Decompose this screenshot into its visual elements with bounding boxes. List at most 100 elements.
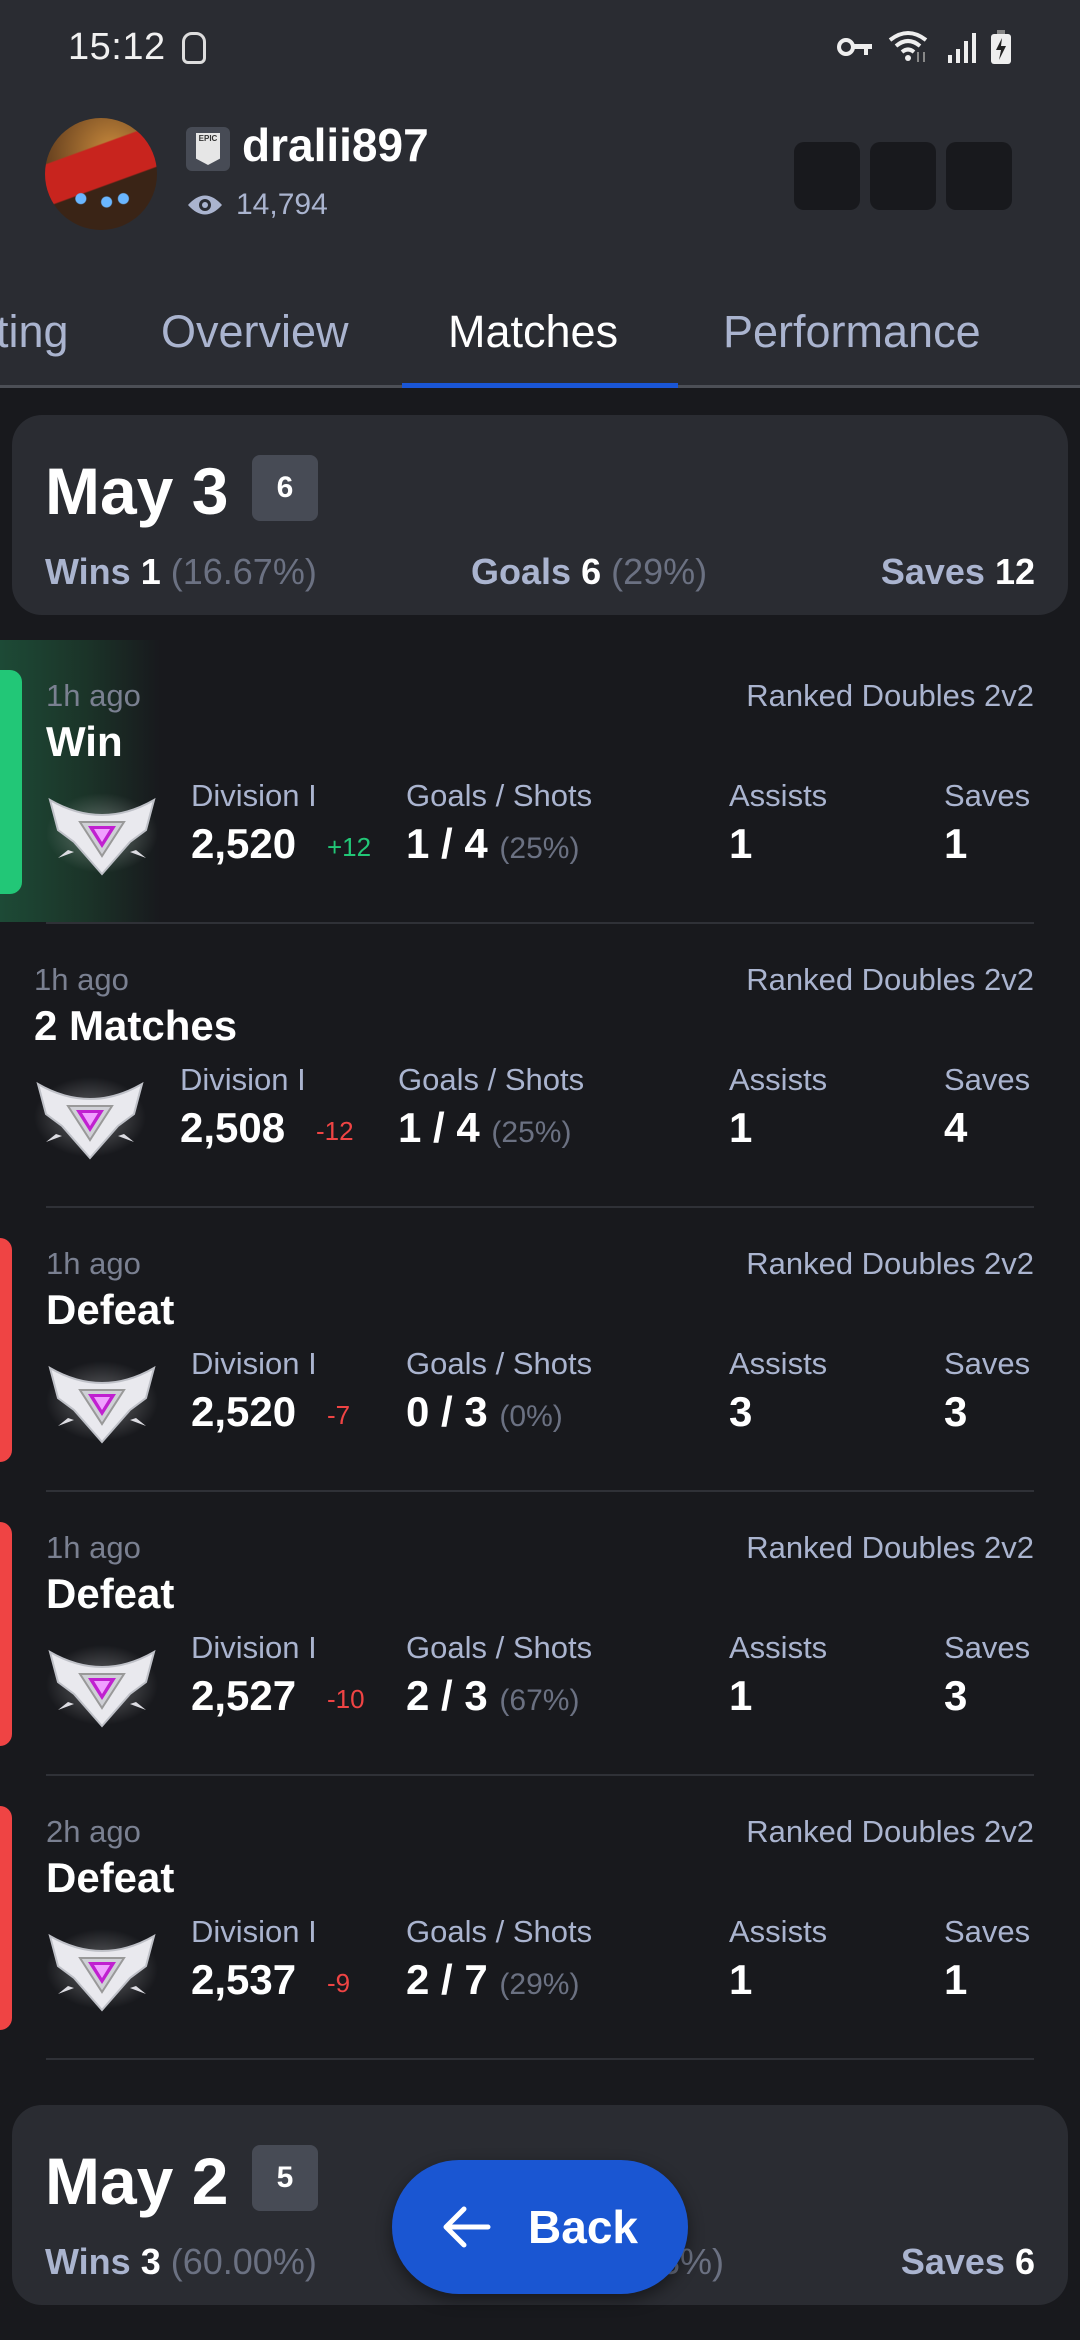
active-tab-indicator: [402, 383, 678, 388]
match-row[interactable]: 1h ago Ranked Doubles 2v2 Defeat Division I…: [0, 1208, 1080, 1492]
match-mode: Ranked Doubles 2v2: [746, 1530, 1034, 1565]
goals-shots-label: Goals / Shots: [406, 1630, 593, 1665]
status-bar: 15:12: [0, 0, 1080, 96]
rating-value: 2,537: [191, 1956, 297, 2003]
avatar[interactable]: [45, 118, 157, 230]
saves-label: Saves: [944, 778, 1031, 813]
goals-shots-label: Goals / Shots: [406, 1914, 593, 1949]
match-mode: Ranked Doubles 2v2: [746, 962, 1034, 997]
division-label: Division I: [191, 1346, 317, 1381]
match-mode: Ranked Doubles 2v2: [746, 678, 1034, 713]
match-mode: Ranked Doubles 2v2: [746, 1814, 1034, 1849]
match-row[interactable]: 1h ago Ranked Doubles 2v2 Win Division I 2,5…: [0, 640, 1080, 924]
day-saves: Saves 6: [900, 2241, 1035, 2282]
dnd-icon: [182, 32, 206, 64]
match-row[interactable]: 1h ago Ranked Doubles 2v2 Defeat Division I…: [0, 1492, 1080, 1776]
match-result: Defeat: [46, 1854, 175, 1901]
saves-label: Saves: [944, 1062, 1031, 1097]
rating-value: 2,520: [191, 1388, 297, 1435]
division-label: Division I: [191, 778, 317, 813]
day-saves: Saves 12: [880, 551, 1035, 592]
rating-delta: -12: [316, 1116, 354, 1146]
match-time: 1h ago: [46, 1530, 141, 1565]
profile-header: 15:12 EPIC dralii897 14,794 ting Overvie…: [0, 0, 1080, 388]
header-action-button[interactable]: [946, 142, 1012, 210]
status-time: 15:12: [68, 26, 166, 68]
header-action-button[interactable]: [794, 142, 860, 210]
rating-value: 2,527: [191, 1672, 297, 1719]
saves-value: 3: [944, 1672, 968, 1719]
saves-value: 1: [944, 820, 968, 867]
tab-performance[interactable]: Performance: [723, 306, 981, 358]
match-time: 1h ago: [34, 962, 129, 997]
goals-shots-label: Goals / Shots: [406, 778, 593, 813]
assists-label: Assists: [729, 1346, 828, 1381]
day-wins: Wins 1 (16.67%): [45, 551, 317, 592]
division-label: Division I: [180, 1062, 306, 1097]
division-label: Division I: [191, 1914, 317, 1949]
saves-value: 4: [944, 1104, 968, 1151]
match-time: 1h ago: [46, 678, 141, 713]
assists-label: Assists: [729, 1914, 828, 1949]
header-actions: [794, 142, 1012, 210]
saves-label: Saves: [944, 1630, 1031, 1665]
saves-value: 3: [944, 1388, 968, 1435]
goals-shots-value: 2 / 3 (67%): [406, 1672, 580, 1719]
views-count: 14,794: [236, 188, 328, 221]
goals-shots-label: Goals / Shots: [406, 1346, 593, 1381]
rating-value: 2,520: [191, 820, 297, 867]
goals-shots-value: 2 / 7 (29%): [406, 1956, 580, 2003]
rank-icon: [46, 1642, 158, 1728]
row-divider: [46, 2058, 1034, 2060]
rank-icon: [34, 1074, 146, 1160]
rank-icon: [46, 1926, 158, 2012]
result-indicator-win: [0, 670, 22, 894]
day-wins: Wins 3 (60.00%): [45, 2241, 317, 2282]
rank-icon: [46, 790, 158, 876]
arrow-left-icon: [443, 2206, 491, 2248]
goals-shots-value: 1 / 4 (25%): [398, 1104, 572, 1151]
assists-label: Assists: [729, 1062, 828, 1097]
epic-games-icon: EPIC: [186, 127, 230, 171]
match-result: Defeat: [46, 1286, 175, 1333]
tab-overview[interactable]: Overview: [161, 306, 349, 358]
signal-icon: [948, 33, 976, 63]
result-indicator-loss: [0, 1522, 12, 1746]
match-mode: Ranked Doubles 2v2: [746, 1246, 1034, 1281]
match-count-badge: 5: [252, 2145, 318, 2211]
match-result: 2 Matches: [34, 1002, 238, 1049]
assists-value: 1: [729, 1956, 753, 2003]
assists-label: Assists: [729, 778, 828, 813]
views: 14,794: [186, 188, 328, 222]
day-goals: Goals 6 (29%): [471, 551, 708, 592]
match-row[interactable]: 2h ago Ranked Doubles 2v2 Defeat Division I…: [0, 1776, 1080, 2060]
tab-rating[interactable]: ting: [0, 306, 69, 358]
match-result: Win: [46, 718, 123, 765]
rating-value: 2,508: [180, 1104, 286, 1151]
eye-icon: [188, 195, 222, 215]
header-action-button[interactable]: [870, 142, 936, 210]
day-summary-card[interactable]: May 3 6 Wins 1 (16.67%) Goals 6 (29%) Sa…: [12, 415, 1068, 615]
assists-value: 3: [729, 1388, 753, 1435]
rating-delta: -10: [327, 1684, 365, 1714]
match-row[interactable]: 1h ago Ranked Doubles 2v2 2 Matches Divisio…: [0, 924, 1080, 1208]
day-title: May 3: [45, 454, 229, 528]
result-indicator-loss: [0, 1806, 12, 2030]
tab-bar: ting Overview Matches Performance: [0, 286, 1080, 388]
assists-value: 1: [729, 820, 753, 867]
battery-charging-icon: [991, 30, 1011, 64]
result-indicator-loss: [0, 1238, 12, 1462]
goals-shots-value: 0 / 3 (0%): [406, 1388, 563, 1435]
assists-value: 1: [729, 1104, 753, 1151]
rating-delta: -7: [327, 1400, 351, 1430]
back-button[interactable]: Back: [392, 2160, 688, 2294]
match-count-badge: 6: [252, 455, 318, 521]
back-label: Back: [528, 2201, 638, 2253]
rank-icon: [46, 1358, 158, 1444]
tab-matches[interactable]: Matches: [448, 306, 618, 358]
goals-shots-label: Goals / Shots: [398, 1062, 585, 1097]
wifi-icon: [888, 31, 928, 62]
match-result: Defeat: [46, 1570, 175, 1617]
day-title: May 2: [45, 2144, 229, 2218]
goals-shots-value: 1 / 4 (25%): [406, 820, 580, 867]
